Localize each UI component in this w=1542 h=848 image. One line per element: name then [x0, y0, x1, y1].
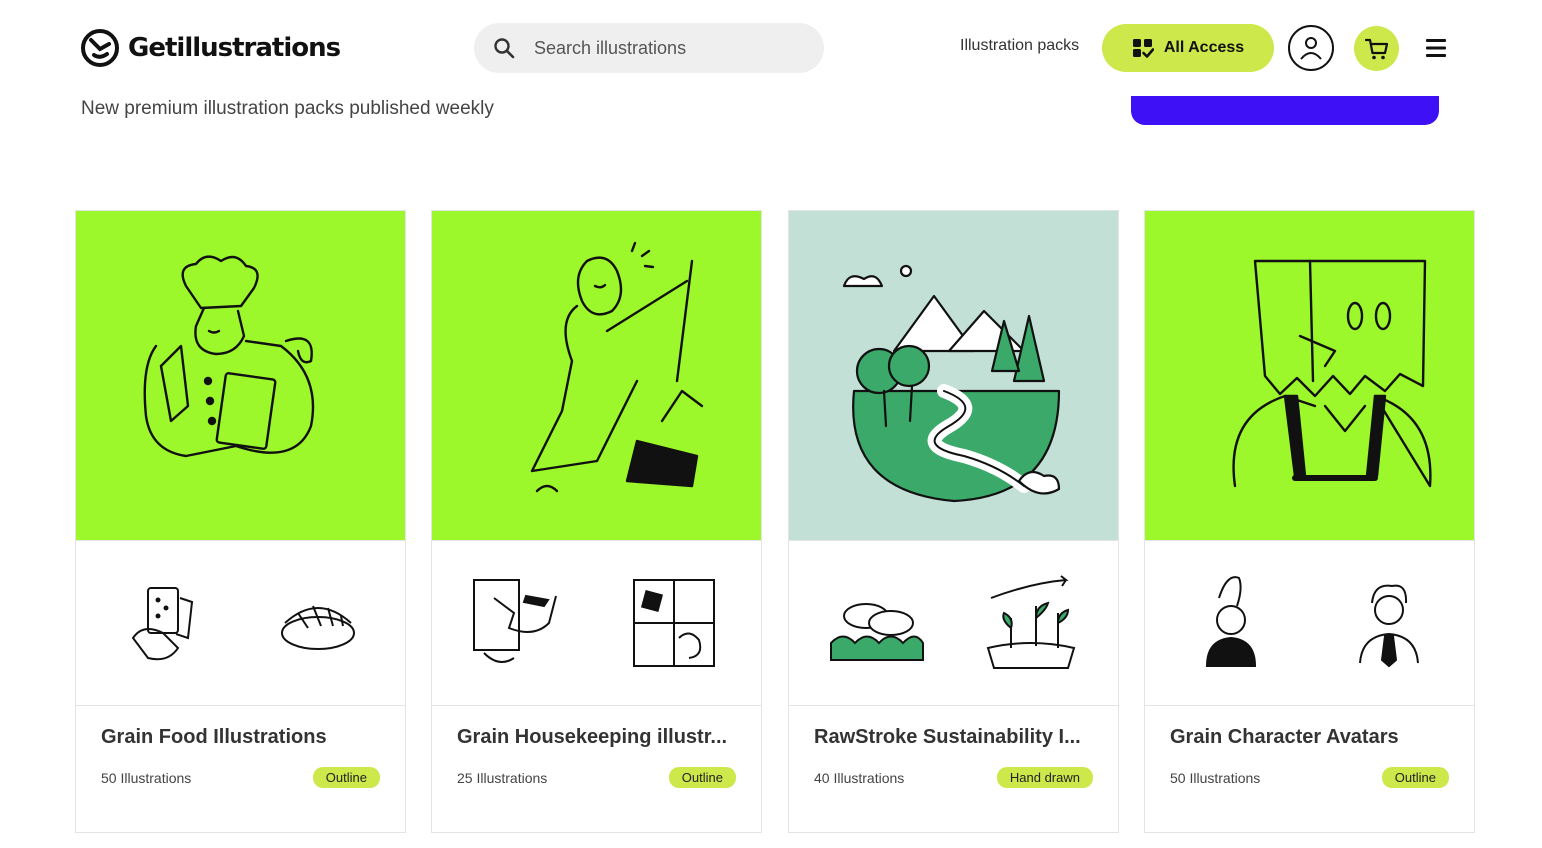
- card-thumbnails: [432, 541, 761, 706]
- logo-icon: [81, 29, 119, 67]
- search-bar[interactable]: [474, 23, 824, 73]
- all-access-button[interactable]: All Access: [1102, 24, 1274, 72]
- style-tag: Outline: [668, 767, 736, 788]
- style-tag: Outline: [312, 767, 380, 788]
- pack-card[interactable]: Grain Character Avatars 50 Illustrations…: [1144, 210, 1475, 833]
- landscape-river-illustration: [842, 264, 1060, 502]
- card-title[interactable]: Grain Character Avatars: [1170, 726, 1450, 749]
- pack-card[interactable]: Grain Housekeeping illustr... 25 Illustr…: [431, 210, 762, 833]
- user-icon: [1300, 37, 1322, 60]
- chef-avatar-thumbnail: [1206, 576, 1257, 667]
- pack-card[interactable]: Grain Food Illustrations 50 Illustration…: [75, 210, 406, 833]
- card-hero-image[interactable]: [1145, 211, 1474, 541]
- card-title[interactable]: Grain Food Illustrations: [101, 726, 381, 749]
- account-button[interactable]: [1288, 25, 1334, 71]
- card-thumbnails: [76, 541, 405, 706]
- hamburger-icon[interactable]: [1424, 37, 1448, 59]
- card-count: 40 Illustrations: [814, 769, 905, 786]
- nav-link-illustration-packs[interactable]: Illustration packs: [960, 37, 1079, 55]
- fish-waves-thumbnail: [830, 603, 925, 661]
- site-header: Getillustrations Illustration packs All …: [0, 0, 1542, 96]
- style-tag: Hand drawn: [996, 767, 1093, 788]
- card-hero-image[interactable]: [432, 211, 761, 541]
- chef-illustration: [143, 255, 314, 457]
- card-hero-image[interactable]: [789, 211, 1118, 541]
- man-tie-avatar-thumbnail: [1358, 584, 1419, 668]
- card-thumbnails: [789, 541, 1118, 706]
- cart-icon: [1364, 38, 1388, 59]
- card-title[interactable]: Grain Housekeeping illustr...: [457, 726, 737, 749]
- search-icon: [494, 38, 515, 59]
- paper-bag-head-illustration: [1231, 259, 1432, 487]
- logo-text: Getillustrations: [128, 33, 341, 63]
- card-title[interactable]: RawStroke Sustainability I...: [814, 726, 1094, 749]
- page-subtitle: New premium illustration packs published…: [81, 98, 494, 119]
- plants-growth-thumbnail: [986, 575, 1076, 669]
- style-tag: Outline: [1381, 767, 1449, 788]
- pack-card[interactable]: RawStroke Sustainability I... 40 Illustr…: [788, 210, 1119, 833]
- all-access-label: All Access: [1163, 39, 1245, 56]
- card-count: 50 Illustrations: [1170, 769, 1261, 786]
- logo[interactable]: Getillustrations: [80, 28, 341, 68]
- window-wiping-thumbnail: [632, 579, 715, 667]
- cart-button[interactable]: [1354, 26, 1399, 71]
- sweeping-woman-illustration: [530, 241, 703, 492]
- card-hero-image[interactable]: [76, 211, 405, 541]
- window-cleaning-thumbnail: [473, 579, 558, 663]
- card-count: 25 Illustrations: [457, 769, 548, 786]
- card-count: 50 Illustrations: [101, 769, 192, 786]
- card-thumbnails: [1145, 541, 1474, 706]
- search-input[interactable]: [534, 37, 794, 59]
- sushi-thumbnail: [280, 605, 355, 650]
- hand-grater-thumbnail: [132, 587, 194, 661]
- grid-check-icon: [1132, 39, 1154, 58]
